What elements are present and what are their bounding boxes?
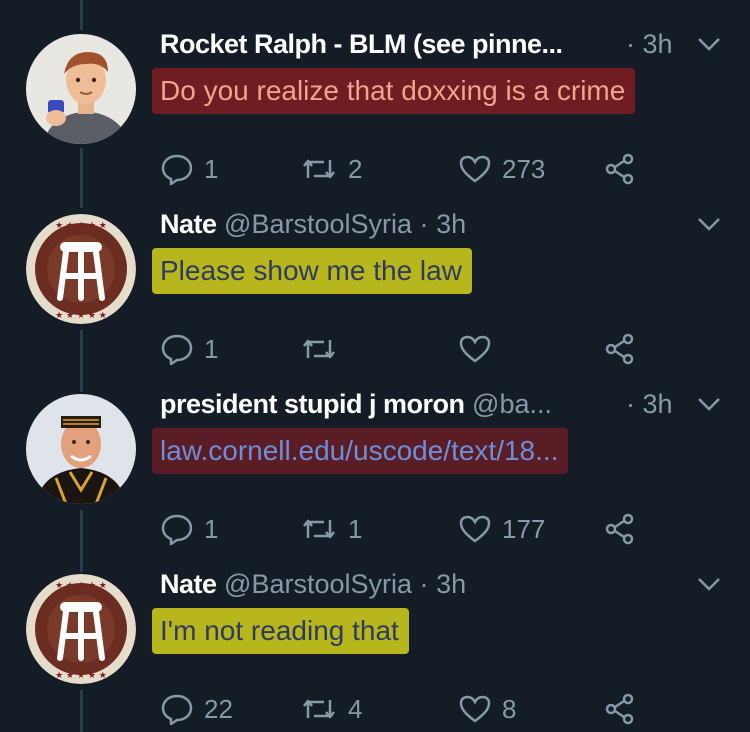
heart-icon xyxy=(459,335,491,363)
tweet-header: Nate @BarstoolSyria · 3h xyxy=(160,204,466,244)
share-button[interactable] xyxy=(604,149,636,189)
tweet[interactable]: president stupid j moron @ba... · 3h law… xyxy=(0,384,750,564)
tweet-timestamp[interactable]: · 3h xyxy=(626,24,673,64)
reply-button[interactable]: 1 xyxy=(160,149,218,189)
user-handle[interactable]: @BarstoolSyria xyxy=(224,209,412,239)
retweet-button[interactable]: 1 xyxy=(300,509,362,549)
retweet-count: 4 xyxy=(348,693,363,724)
tweet-text: I'm not reading that xyxy=(152,608,409,654)
retweet-button[interactable] xyxy=(300,329,348,369)
svg-text:★ ★ ★ ★ ★: ★ ★ ★ ★ ★ xyxy=(55,221,107,231)
tweet-header: president stupid j moron @ba... xyxy=(160,384,552,424)
svg-text:★ ★ ★ ★ ★: ★ ★ ★ ★ ★ xyxy=(55,671,107,681)
tweet-thread: Rocket Ralph - BLM (see pinne... · 3h Do… xyxy=(0,0,750,732)
tweet[interactable]: Rocket Ralph - BLM (see pinne... · 3h Do… xyxy=(0,24,750,204)
tweet-actions: 22 4 8 xyxy=(160,689,650,729)
like-button[interactable]: 273 xyxy=(458,149,545,189)
retweet-icon xyxy=(303,519,335,539)
tweet-text: Please show me the law xyxy=(152,248,472,294)
reply-count: 22 xyxy=(204,693,233,724)
chevron-down-icon[interactable] xyxy=(696,574,722,594)
tweet-header: Nate @BarstoolSyria · 3h xyxy=(160,564,466,604)
share-button[interactable] xyxy=(604,329,636,369)
tweet-actions: 1 2 273 xyxy=(160,149,650,189)
tweet[interactable]: ★ ★ ★ ★ ★ ★ ★ ★ ★ ★ Nate @BarstoolSyria … xyxy=(0,564,750,732)
chevron-down-icon[interactable] xyxy=(696,34,722,54)
heart-icon xyxy=(459,155,491,183)
tweet[interactable]: ★ ★ ★ ★ ★ ★ ★ ★ ★ ★ Nate @BarstoolSyria … xyxy=(0,204,750,384)
retweet-count: 1 xyxy=(348,513,363,544)
separator-dot: · xyxy=(626,29,635,59)
share-icon xyxy=(605,693,634,725)
display-name[interactable]: president stupid j moron xyxy=(160,389,465,419)
tweet-text: Do you realize that doxxing is a crime xyxy=(152,68,636,114)
reply-bubble-icon xyxy=(161,334,193,365)
user-handle[interactable]: @BarstoolSyria xyxy=(224,569,412,599)
like-count: 8 xyxy=(502,693,517,724)
display-name[interactable]: Rocket Ralph - BLM (see pinne... xyxy=(160,29,563,59)
barstool-stool-avatar[interactable]: ★ ★ ★ ★ ★ ★ ★ ★ ★ ★ xyxy=(26,574,136,684)
like-count: 273 xyxy=(502,153,546,184)
like-button[interactable]: 177 xyxy=(458,509,545,549)
separator-dot: · xyxy=(419,569,429,599)
tweet-actions: 1 xyxy=(160,329,650,369)
tweet-link[interactable]: law.cornell.edu/uscode/text/18... xyxy=(152,428,569,474)
share-icon xyxy=(605,513,634,545)
tweet-header: Rocket Ralph - BLM (see pinne... xyxy=(160,24,563,64)
tweet-timestamp[interactable]: 3h xyxy=(436,569,466,599)
svg-text:★ ★ ★ ★ ★: ★ ★ ★ ★ ★ xyxy=(55,311,107,321)
reply-bubble-icon xyxy=(161,694,193,725)
retweet-icon xyxy=(303,339,335,359)
like-count: 177 xyxy=(502,513,546,544)
retweet-button[interactable]: 2 xyxy=(300,149,362,189)
retweet-count: 2 xyxy=(348,153,363,184)
chevron-down-icon[interactable] xyxy=(696,214,722,234)
heart-icon xyxy=(459,695,491,723)
share-icon xyxy=(605,153,634,185)
like-button[interactable] xyxy=(458,329,502,369)
retweet-icon xyxy=(303,699,335,719)
share-icon xyxy=(605,333,634,365)
barstool-stool-avatar[interactable]: ★ ★ ★ ★ ★ ★ ★ ★ ★ ★ xyxy=(26,214,136,324)
tweet-actions: 1 1 177 xyxy=(160,509,650,549)
man-in-dashiki-avatar[interactable] xyxy=(26,394,136,504)
tweet-timestamp[interactable]: · 3h xyxy=(626,384,673,424)
display-name[interactable]: Nate xyxy=(160,569,217,599)
time-text: 3h xyxy=(642,29,673,59)
like-button[interactable]: 8 xyxy=(458,689,516,729)
chevron-down-icon[interactable] xyxy=(696,394,722,414)
reply-count: 1 xyxy=(204,153,219,184)
svg-text:★ ★ ★ ★ ★: ★ ★ ★ ★ ★ xyxy=(55,581,107,591)
tweet-timestamp[interactable]: 3h xyxy=(436,209,466,239)
reply-bubble-icon xyxy=(161,514,193,545)
retweet-button[interactable]: 4 xyxy=(300,689,362,729)
reply-button[interactable]: 1 xyxy=(160,329,218,369)
reply-button[interactable]: 22 xyxy=(160,689,233,729)
time-text: 3h xyxy=(642,389,673,419)
heart-icon xyxy=(459,515,491,543)
user-handle[interactable]: @ba... xyxy=(472,389,552,419)
reply-count: 1 xyxy=(204,333,219,364)
cartoon-man-avatar[interactable] xyxy=(26,34,136,144)
display-name[interactable]: Nate xyxy=(160,209,217,239)
separator-dot: · xyxy=(419,209,429,239)
reply-count: 1 xyxy=(204,513,219,544)
separator-dot: · xyxy=(626,389,635,419)
reply-bubble-icon xyxy=(161,154,193,185)
share-button[interactable] xyxy=(604,689,636,729)
reply-button[interactable]: 1 xyxy=(160,509,218,549)
retweet-icon xyxy=(303,159,335,179)
share-button[interactable] xyxy=(604,509,636,549)
